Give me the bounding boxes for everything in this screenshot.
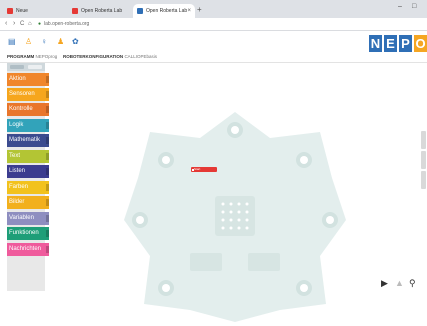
back-button[interactable]: ‹ [5, 20, 7, 27]
logo-letter: O [414, 35, 427, 52]
url-text: lab.open-roberta.org [44, 21, 90, 27]
level-expert-button[interactable] [28, 65, 42, 69]
maximize-button[interactable]: □ [412, 3, 416, 10]
config-name: CALLIOPEbasis [124, 54, 157, 59]
tab-robot-config[interactable]: ROBOTERKONFIGURATION CALLIOPEbasis [63, 51, 157, 63]
category-farben[interactable]: Farben [7, 181, 49, 194]
calliope-board-watermark [124, 112, 346, 322]
tab-program[interactable]: PROGRAMM NEPOprog [7, 51, 57, 63]
menu-icon[interactable]: ▤ [8, 37, 16, 46]
program-tab-bar: PROGRAMM NEPOprog ROBOTERKONFIGURATION C… [0, 51, 427, 63]
category-bilder[interactable]: Bilder [7, 196, 49, 209]
category-variablen[interactable]: Variablen [7, 212, 49, 225]
tab-label: Open Roberta Lab [81, 8, 123, 14]
reload-button[interactable]: C [20, 21, 24, 27]
logo-letter: N [369, 35, 382, 52]
tab-label: Neue [16, 8, 28, 14]
user-icon[interactable]: ♟ [57, 37, 64, 46]
minimize-button[interactable]: – [398, 3, 402, 10]
block-category-sidebar: Aktion Sensoren Kontrolle Logik Mathemat… [7, 63, 49, 291]
run-button[interactable]: ▶ [381, 278, 388, 289]
bulb-icon[interactable]: ♀ [41, 37, 47, 46]
browser-tab-bar: Neue Open Roberta Lab Open Roberta Lab ×… [0, 0, 427, 18]
logo-letter: P [399, 35, 412, 52]
favicon-icon [137, 8, 143, 14]
logo-letter: E [384, 35, 397, 52]
favicon-icon [72, 8, 78, 14]
category-nachrichten[interactable]: Nachrichten [7, 243, 49, 256]
side-tab[interactable] [421, 131, 426, 149]
side-tab[interactable] [421, 151, 426, 169]
browser-tab-1[interactable]: Neue [3, 4, 67, 18]
category-logik[interactable]: Logik [7, 119, 49, 132]
favicon-icon [7, 8, 13, 14]
nepo-logo: N E P O [369, 35, 427, 52]
category-listen[interactable]: Listen [7, 165, 49, 178]
program-label: PROGRAMM [7, 54, 35, 59]
zoom-icon[interactable]: ⚲ [409, 278, 416, 289]
url-field[interactable]: ● lab.open-roberta.org [38, 21, 89, 27]
sidebar-level-toggle[interactable] [7, 63, 45, 71]
workspace-side-tabs [419, 131, 427, 211]
category-aktion[interactable]: Aktion [7, 73, 49, 86]
side-tab[interactable] [421, 171, 426, 189]
robot-icon[interactable]: ♙ [25, 37, 32, 46]
config-label: ROBOTERKONFIGURATION [63, 54, 124, 59]
category-mathematik[interactable]: Mathematik [7, 134, 49, 147]
tab-label: Open Roberta Lab [146, 8, 188, 14]
tab-close-icon[interactable]: × [187, 8, 191, 14]
gear-icon[interactable]: ✿ [72, 37, 79, 46]
browser-tab-2[interactable]: Open Roberta Lab [68, 4, 130, 18]
upload-icon[interactable]: ▲ [395, 278, 404, 288]
category-kontrolle[interactable]: Kontrolle [7, 103, 49, 116]
home-button[interactable]: ⌂ [28, 21, 32, 27]
address-bar: ‹ › C ⌂ ● lab.open-roberta.org [0, 18, 427, 31]
lock-icon: ● [38, 21, 42, 27]
start-block-label: Start [194, 167, 201, 171]
new-tab-button[interactable]: + [197, 5, 202, 14]
forward-button[interactable]: › [13, 20, 15, 27]
start-program-block[interactable]: Start [191, 167, 217, 172]
program-workspace[interactable]: Start [45, 63, 427, 322]
category-sensoren[interactable]: Sensoren [7, 88, 49, 101]
browser-tab-3[interactable]: Open Roberta Lab × [133, 4, 195, 18]
category-funktionen[interactable]: Funktionen [7, 227, 49, 240]
app-toolbar: ▤ ♙ ♀ ♟ ✿ [0, 31, 427, 51]
level-beginner-button[interactable] [10, 65, 24, 69]
category-text[interactable]: Text [7, 150, 49, 163]
program-name: NEPOprog [35, 54, 58, 59]
